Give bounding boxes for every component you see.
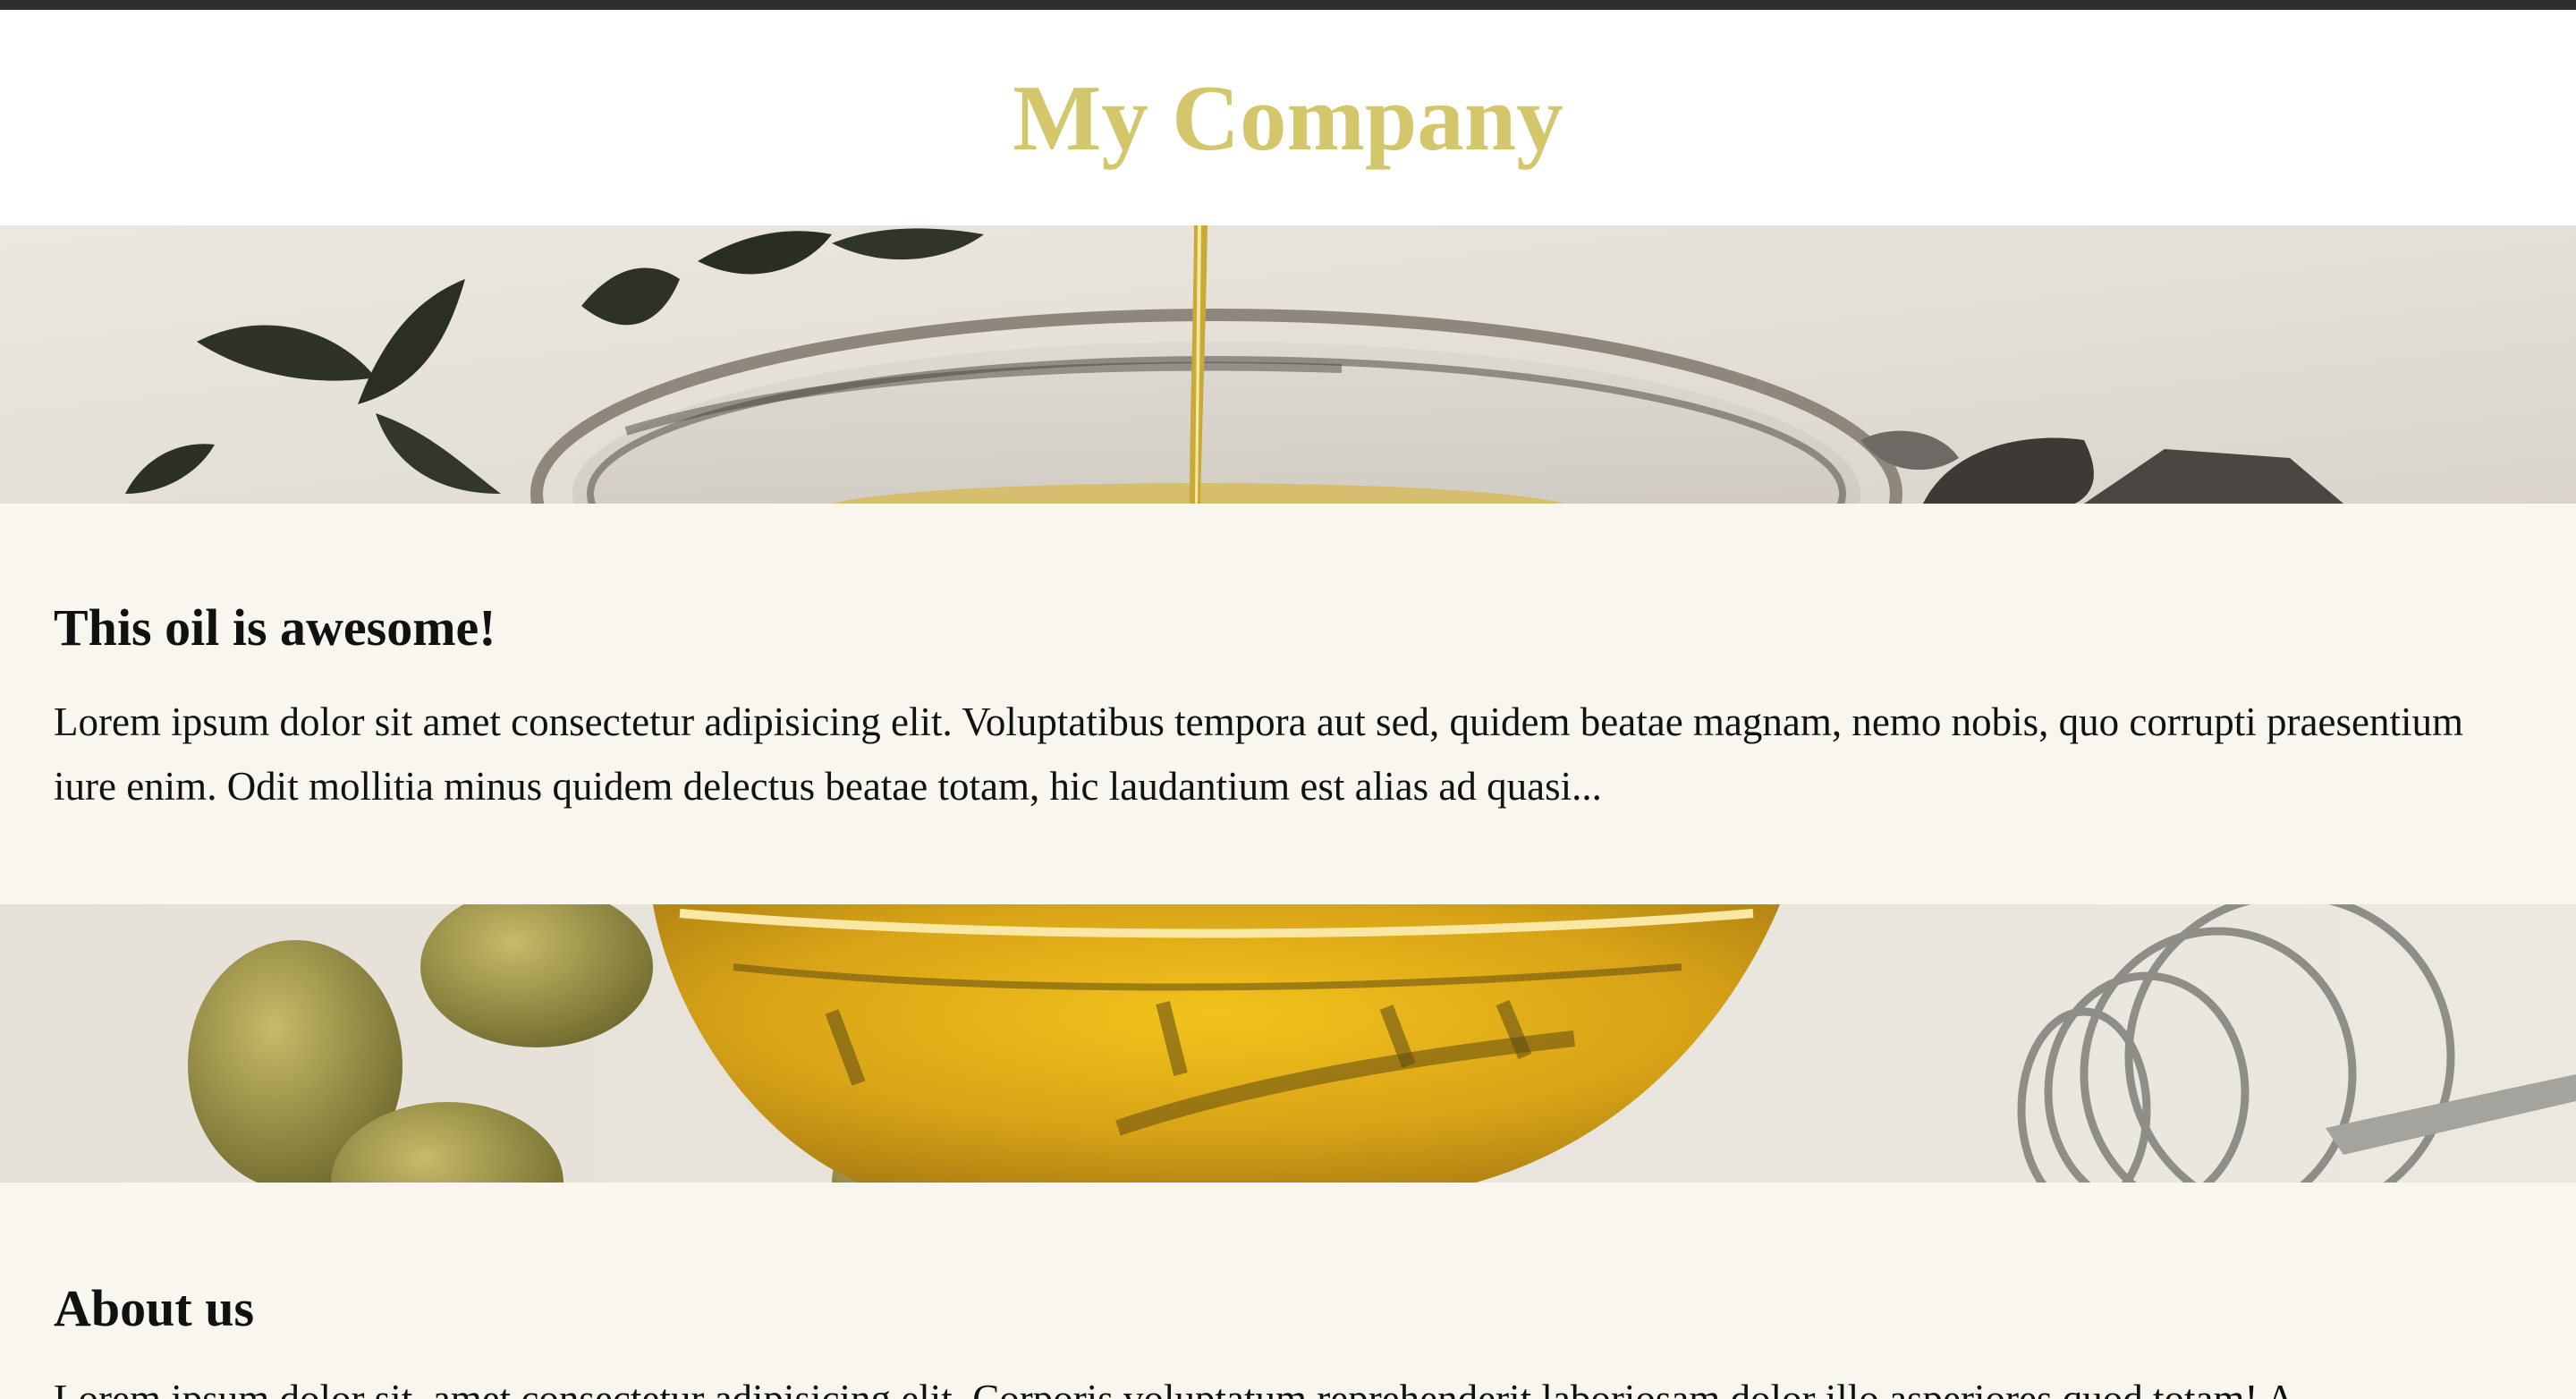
section-heading: About us: [54, 1279, 255, 1337]
section-body: Lorem ipsum dolor sit, amet consectetur …: [54, 1377, 2295, 1399]
hero-image-oil-bowl-graphic: [0, 904, 2576, 1183]
hero-image-oil-pour: [0, 225, 2576, 504]
section-heading: This oil is awesome!: [54, 598, 496, 657]
section-oil-awesome: This oil is awesome! Lorem ipsum dolor s…: [0, 504, 2576, 904]
section-about-us: About us Lorem ipsum dolor sit, amet con…: [0, 1183, 2576, 1399]
site-header: My Company: [0, 10, 2576, 225]
hero-image-oil-bowl: [0, 904, 2576, 1183]
top-bar: [0, 0, 2576, 10]
hero-image-oil-pour-graphic: [0, 225, 2576, 504]
section-body: Lorem ipsum dolor sit amet consectetur a…: [54, 700, 2463, 809]
brand-title[interactable]: My Company: [0, 71, 2576, 165]
